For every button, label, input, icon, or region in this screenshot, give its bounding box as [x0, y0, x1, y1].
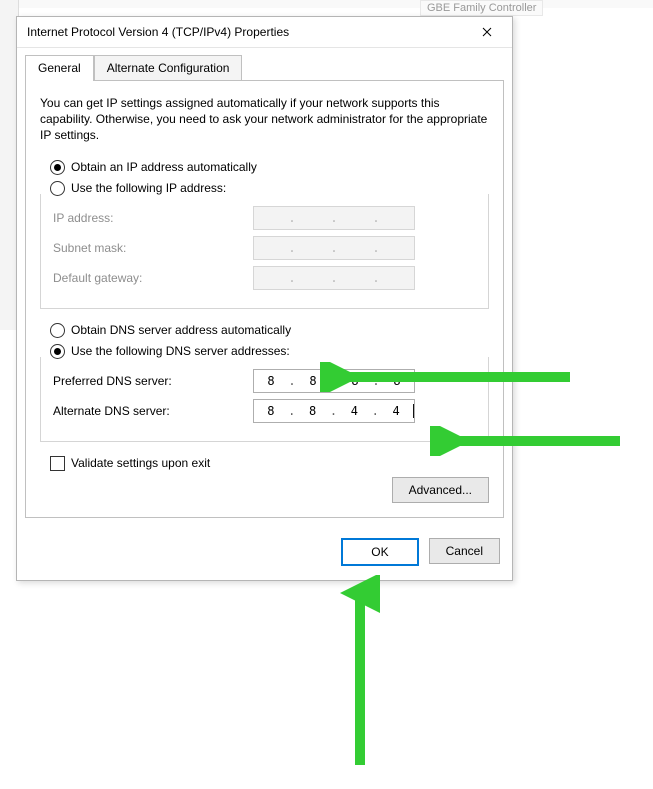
close-button[interactable]	[470, 21, 504, 43]
row-ip-address: IP address: . . .	[53, 206, 476, 230]
background-device-label: GBE Family Controller	[420, 0, 543, 16]
ip-address-label: IP address:	[53, 211, 253, 225]
dialog-footer: OK Cancel	[17, 526, 512, 580]
radio-icon	[50, 323, 65, 338]
preferred-dns-label: Preferred DNS server:	[53, 374, 253, 388]
ip-address-input: . . .	[253, 206, 415, 230]
ip-octet[interactable]: 4	[338, 404, 372, 418]
radio-icon	[50, 344, 65, 359]
ip-octet[interactable]: 8	[338, 374, 372, 388]
ip-octet[interactable]: 8	[254, 374, 288, 388]
background-window-top	[0, 0, 653, 8]
radio-dns-manual-label: Use the following DNS server addresses:	[71, 344, 290, 358]
dns-manual-group: Preferred DNS server: 8. 8. 8. 8 Alterna…	[40, 357, 489, 442]
intro-text: You can get IP settings assigned automat…	[40, 95, 489, 144]
window-title: Internet Protocol Version 4 (TCP/IPv4) P…	[27, 25, 289, 39]
radio-dns-auto-label: Obtain DNS server address automatically	[71, 323, 291, 337]
checkbox-icon	[50, 456, 65, 471]
ip-manual-group: IP address: . . . Subnet mask: . . .	[40, 194, 489, 309]
ip-octet[interactable]: 4	[379, 404, 414, 418]
subnet-mask-label: Subnet mask:	[53, 241, 253, 255]
tab-panel-general: You can get IP settings assigned automat…	[25, 80, 504, 518]
alternate-dns-input[interactable]: 8. 8. 4. 4	[253, 399, 415, 423]
ip-octet[interactable]: 8	[296, 404, 330, 418]
preferred-dns-input[interactable]: 8. 8. 8. 8	[253, 369, 415, 393]
row-default-gateway: Default gateway: . . .	[53, 266, 476, 290]
tab-alternate-configuration[interactable]: Alternate Configuration	[94, 55, 243, 81]
ok-button[interactable]: OK	[341, 538, 418, 566]
tab-strip: General Alternate Configuration	[17, 48, 512, 80]
annotation-arrow-ok-button	[340, 575, 380, 775]
tab-general[interactable]: General	[25, 55, 94, 81]
radio-icon	[50, 181, 65, 196]
subnet-mask-input: . . .	[253, 236, 415, 260]
radio-ip-auto[interactable]: Obtain an IP address automatically	[50, 160, 489, 175]
validate-settings-checkbox[interactable]: Validate settings upon exit	[50, 456, 489, 471]
titlebar: Internet Protocol Version 4 (TCP/IPv4) P…	[17, 17, 512, 48]
ipv4-properties-dialog: Internet Protocol Version 4 (TCP/IPv4) P…	[16, 16, 513, 581]
row-preferred-dns: Preferred DNS server: 8. 8. 8. 8	[53, 369, 476, 393]
radio-dns-auto[interactable]: Obtain DNS server address automatically	[50, 323, 489, 338]
cancel-button[interactable]: Cancel	[429, 538, 500, 564]
default-gateway-input: . . .	[253, 266, 415, 290]
alternate-dns-label: Alternate DNS server:	[53, 404, 253, 418]
ip-octet[interactable]: 8	[254, 404, 288, 418]
radio-ip-auto-label: Obtain an IP address automatically	[71, 160, 257, 174]
default-gateway-label: Default gateway:	[53, 271, 253, 285]
advanced-button[interactable]: Advanced...	[392, 477, 489, 503]
ip-octet[interactable]: 8	[380, 374, 414, 388]
validate-settings-label: Validate settings upon exit	[71, 456, 210, 470]
radio-ip-manual-label: Use the following IP address:	[71, 181, 226, 195]
row-alternate-dns: Alternate DNS server: 8. 8. 4. 4	[53, 399, 476, 423]
close-icon	[482, 27, 492, 37]
row-subnet-mask: Subnet mask: . . .	[53, 236, 476, 260]
ip-octet[interactable]: 8	[296, 374, 330, 388]
radio-icon	[50, 160, 65, 175]
